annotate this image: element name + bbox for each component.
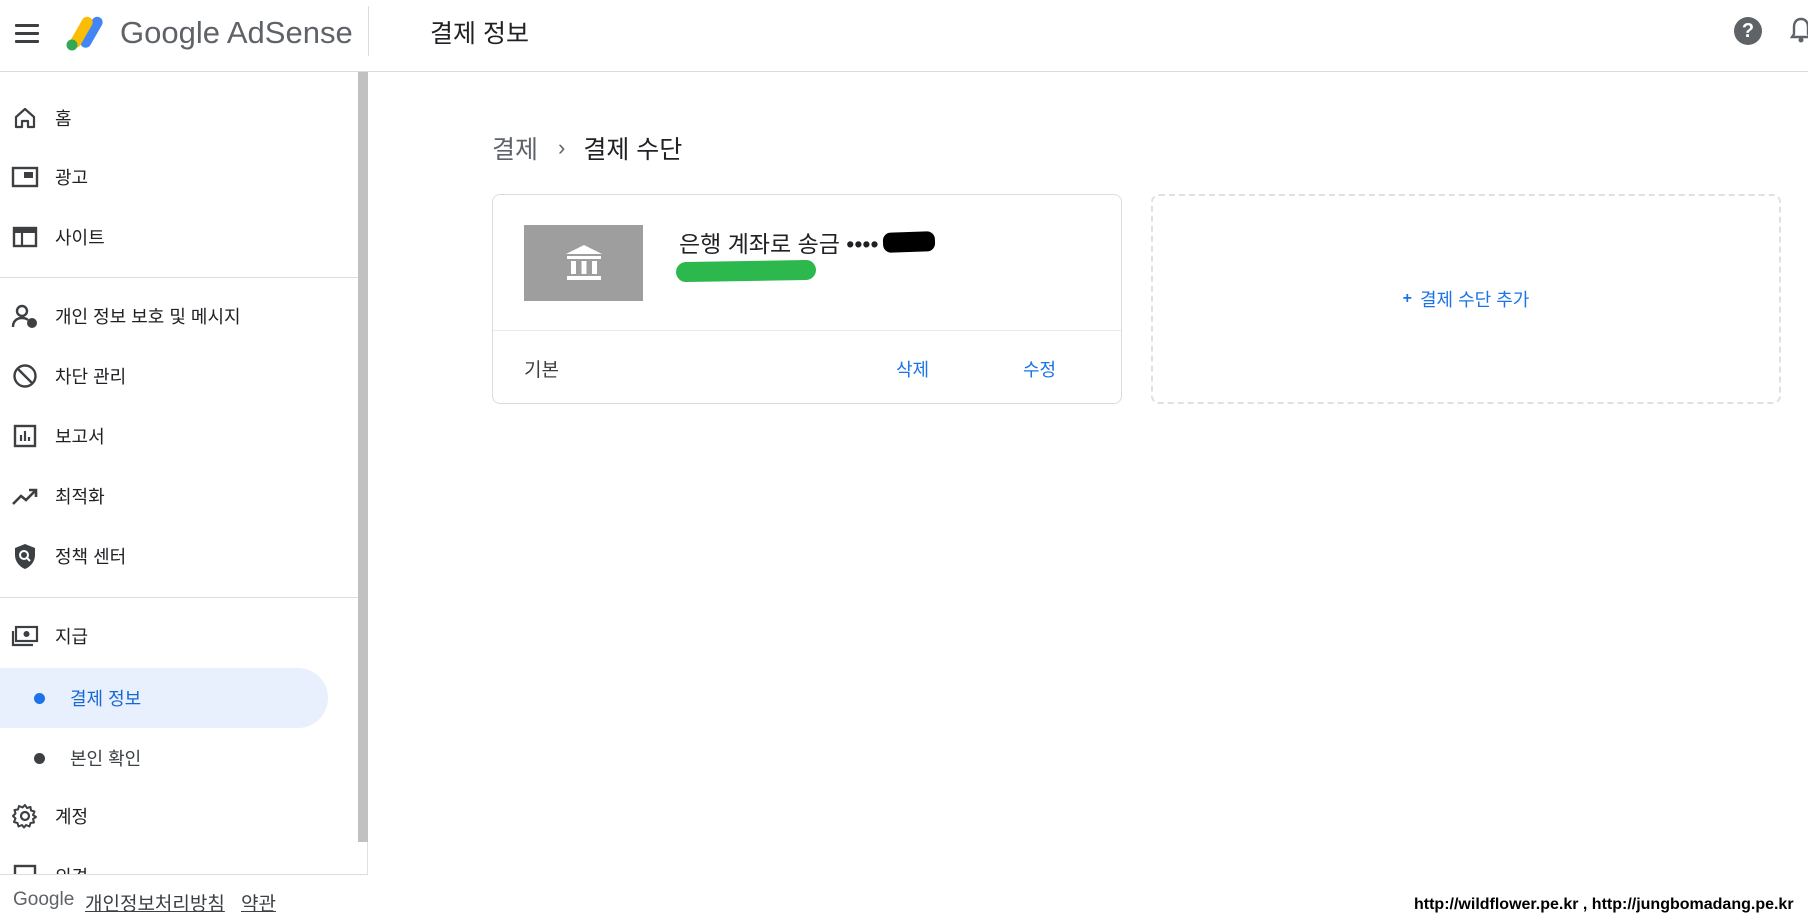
sidebar-subitem-identity-verification[interactable]: 본인 확인 xyxy=(0,728,328,788)
optimization-icon xyxy=(10,481,40,511)
payment-method-card: 은행 계좌로 송금 •••• 기본 삭제 수정 xyxy=(492,194,1122,404)
privacy-messaging-icon xyxy=(10,301,40,331)
breadcrumb-payments-link[interactable]: 결제 xyxy=(492,130,538,166)
sidebar-item-policy-center[interactable]: 정책 센터 xyxy=(0,528,340,584)
watermark-text: http://wildflower.pe.kr , http://jungbom… xyxy=(1414,896,1794,913)
sidebar-item-label: 보고서 xyxy=(55,427,105,447)
sidebar-item-label: 차단 관리 xyxy=(55,367,127,387)
card-divider xyxy=(493,330,1121,331)
sidebar-item-optimization[interactable]: 최적화 xyxy=(0,468,340,524)
dot-icon xyxy=(34,752,45,764)
sidebar-item-label: 최적화 xyxy=(55,487,105,507)
sidebar-item-privacy-messaging[interactable]: 개인 정보 보호 및 메시지 xyxy=(0,288,340,344)
payment-method-name: 은행 계좌로 송금 •••• xyxy=(679,225,935,259)
reports-icon xyxy=(10,421,40,451)
active-dot-icon xyxy=(34,692,45,704)
block-icon xyxy=(10,361,40,391)
adsense-logo-mark-icon xyxy=(66,16,103,51)
header-divider xyxy=(368,6,369,56)
sidebar-item-label: 홈 xyxy=(55,109,72,129)
add-payment-method-button[interactable]: + 결제 수단 추가 xyxy=(1151,194,1781,404)
sidebar-item-label: 계정 xyxy=(55,807,89,827)
default-status-label: 기본 xyxy=(524,360,559,381)
gear-icon xyxy=(10,801,40,831)
add-payment-method-text: 결제 수단 추가 xyxy=(1419,290,1530,310)
privacy-policy-link[interactable]: 개인정보처리방침 xyxy=(85,889,225,916)
sidebar-item-ads[interactable]: 광고 xyxy=(0,149,340,205)
sidebar-item-label: 정책 센터 xyxy=(55,547,127,567)
top-app-bar: Google AdSense 결제 정보 ? xyxy=(0,0,1808,72)
help-icon[interactable]: ? xyxy=(1734,17,1762,45)
sidebar-nav: 홈 광고 사이트 개인 정보 보호 및 메시지 차단 관리 보고서 최적화 정책… xyxy=(0,72,368,922)
payments-icon xyxy=(10,621,40,651)
sidebar-subitem-label: 본인 확인 xyxy=(70,749,142,769)
sidebar-item-label: 지급 xyxy=(55,627,89,647)
redaction-mark xyxy=(675,259,817,283)
menu-icon[interactable] xyxy=(8,14,46,52)
sidebar-scrollbar[interactable] xyxy=(358,72,368,842)
breadcrumb: 결제 › 결제 수단 xyxy=(492,130,682,166)
chevron-right-icon: › xyxy=(558,135,566,160)
sidebar-item-blocking-controls[interactable]: 차단 관리 xyxy=(0,348,340,404)
terms-link[interactable]: 약관 xyxy=(241,889,276,916)
sidebar-item-label: 개인 정보 보호 및 메시지 xyxy=(55,307,241,327)
breadcrumb-current: 결제 수단 xyxy=(583,136,683,164)
payment-method-name-text: 은행 계좌로 송금 •••• xyxy=(679,231,879,257)
delete-button[interactable]: 삭제 xyxy=(896,356,929,382)
policy-center-icon xyxy=(10,541,40,571)
sidebar-item-account[interactable]: 계정 xyxy=(0,788,340,844)
add-payment-method-label: + 결제 수단 추가 xyxy=(1403,286,1530,312)
sidebar-item-reports[interactable]: 보고서 xyxy=(0,408,340,464)
sites-icon xyxy=(10,222,40,252)
edit-button[interactable]: 수정 xyxy=(1023,356,1056,382)
notifications-bell-icon[interactable] xyxy=(1790,16,1808,44)
sidebar-item-sites[interactable]: 사이트 xyxy=(0,209,340,265)
plus-icon: + xyxy=(1402,290,1412,307)
sidebar-subitem-label: 결제 정보 xyxy=(70,689,142,709)
app-name: Google AdSense xyxy=(120,15,353,50)
redaction-mark xyxy=(882,231,935,253)
sidebar-footer: Google 개인정보처리방침 약관 xyxy=(0,874,368,922)
sidebar-item-payments[interactable]: 지급 xyxy=(0,608,340,664)
home-icon xyxy=(10,103,40,133)
ads-icon xyxy=(10,162,40,192)
bank-icon xyxy=(524,225,643,301)
sidebar-subitem-payment-info[interactable]: 결제 정보 xyxy=(0,668,328,728)
adsense-logo[interactable]: Google AdSense xyxy=(64,10,353,56)
footer-google-brand: Google xyxy=(13,889,75,910)
sidebar-item-home[interactable]: 홈 xyxy=(0,90,340,146)
sidebar-item-label: 광고 xyxy=(55,168,89,188)
sidebar-divider xyxy=(0,277,358,278)
page-title: 결제 정보 xyxy=(430,20,529,48)
sidebar-item-label: 사이트 xyxy=(55,228,105,248)
sidebar-divider xyxy=(0,597,358,598)
